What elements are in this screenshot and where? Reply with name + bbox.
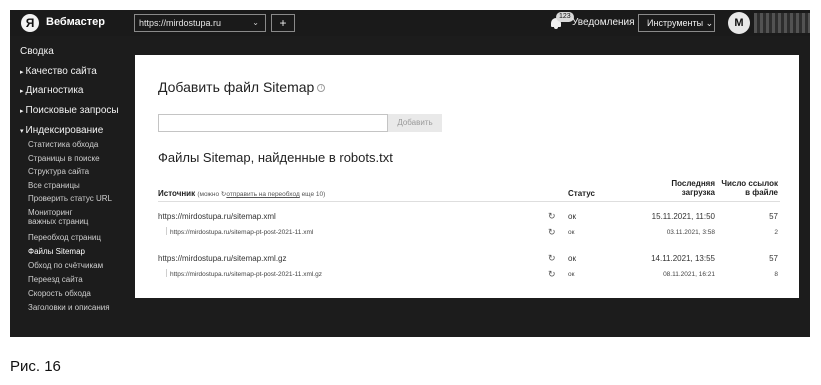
sidebar-item-label: Сводка: [20, 46, 54, 57]
table-row-source[interactable]: https://mirdostupa.ru/sitemap-pt-post-20…: [170, 271, 322, 278]
webmaster-window: Я Вебмастер https://mirdostupa.ru ⌄ + 12…: [10, 10, 810, 337]
sidebar-subitem-check-url-status[interactable]: Проверить статус URL: [28, 194, 112, 203]
sidebar-subitem-crawl-stats[interactable]: Статистика обхода: [28, 140, 98, 149]
table-row-source[interactable]: https://mirdostupa.ru/sitemap.xml.gz: [158, 254, 287, 263]
avatar[interactable]: M: [728, 12, 750, 34]
sidebar-subitem-crawl-speed[interactable]: Скорость обхода: [28, 289, 91, 298]
sitemap-panel: Добавить файл Sitemap i Добавить Файлы Si…: [135, 55, 799, 298]
sidebar-item-label: Поисковые запросы: [25, 105, 119, 116]
column-last-loaded-line2: загрузка: [681, 188, 715, 197]
sidebar-subitem-all-pages[interactable]: Все страницы: [28, 181, 80, 190]
table-row-status: ок: [568, 229, 575, 236]
sidebar: Сводка ▸ Качество сайта ▸ Диагностика ▸ Пои…: [10, 36, 132, 337]
column-link-count-line2: в файле: [745, 188, 778, 197]
sidebar-item-site-quality[interactable]: ▸ Качество сайта: [20, 66, 97, 77]
table-row-links: 2: [774, 229, 778, 236]
recrawl-note-suffix: еще 10): [301, 191, 326, 198]
add-sitemap-title: Добавить файл Sitemap i: [158, 79, 326, 95]
add-site-button[interactable]: +: [271, 14, 295, 32]
column-last-loaded-line1: Последняя: [671, 179, 715, 188]
brand-title[interactable]: Вебмастер: [46, 16, 105, 28]
chevron-down-icon: ▾: [20, 128, 24, 135]
recrawl-link[interactable]: отправить на переобход: [226, 191, 299, 198]
refresh-icon[interactable]: ↻: [548, 269, 556, 280]
site-selector-value: https://mirdostupa.ru: [139, 18, 222, 28]
yandex-logo[interactable]: Я: [21, 14, 39, 32]
column-last-loaded: Последняя загрузка: [635, 179, 715, 197]
sidebar-item-diagnostics[interactable]: ▸ Диагностика: [20, 85, 84, 96]
sidebar-item-indexing[interactable]: ▾ Индексирование: [20, 125, 103, 136]
sidebar-subitem-site-structure[interactable]: Структура сайта: [28, 167, 89, 176]
top-bar: Я Вебмастер https://mirdostupa.ru ⌄ + 12…: [10, 10, 810, 36]
sidebar-subitem-counter-crawl[interactable]: Обход по счётчикам: [28, 261, 103, 270]
table-row-date: 03.11.2021, 3:58: [666, 229, 715, 236]
tree-connector: [166, 227, 167, 235]
table-row-date: 15.11.2021, 11:50: [651, 212, 715, 221]
table-row-source[interactable]: https://mirdostupa.ru/sitemap.xml: [158, 212, 276, 221]
sidebar-subitem-titles-descriptions[interactable]: Заголовки и описания: [28, 303, 110, 312]
sitemap-url-input[interactable]: [158, 114, 388, 132]
add-sitemap-button[interactable]: Добавить: [388, 114, 442, 132]
refresh-icon[interactable]: ↻: [548, 227, 556, 238]
sidebar-item-label: Индексирование: [25, 125, 104, 136]
table-row-links: 8: [774, 271, 778, 278]
table-header-divider: [158, 201, 780, 202]
sidebar-item-summary[interactable]: Сводка: [20, 46, 54, 57]
table-row-links: 57: [769, 254, 778, 263]
found-sitemaps-title: Файлы Sitemap, найденные в robots.txt: [158, 150, 393, 165]
recrawl-note-prefix: (можно: [197, 191, 220, 198]
notifications-link[interactable]: Уведомления: [572, 17, 635, 28]
figure-caption: Рис. 16: [10, 358, 61, 375]
sidebar-subitem-label: важных страниц: [28, 217, 89, 226]
sidebar-subitem-pages-in-search[interactable]: Страницы в поиске: [28, 154, 100, 163]
column-link-count-line1: Число ссылок: [721, 179, 778, 188]
chevron-right-icon: ▸: [20, 108, 24, 115]
user-name-blurred: [754, 13, 810, 33]
recrawl-note: (можно ↻отправить на переобход еще 10): [197, 191, 325, 198]
table-row-source[interactable]: https://mirdostupa.ru/sitemap-pt-post-20…: [170, 229, 313, 236]
sidebar-subitem-label: Мониторинг: [28, 208, 73, 217]
add-sitemap-title-text: Добавить файл Sitemap: [158, 79, 315, 95]
sidebar-item-label: Качество сайта: [25, 66, 97, 77]
info-icon[interactable]: i: [317, 84, 326, 93]
table-row-date: 08.11.2021, 16:21: [663, 271, 715, 278]
table-row-status: ок: [568, 212, 576, 221]
table-row-links: 57: [769, 212, 778, 221]
table-row-status: ок: [568, 254, 576, 263]
sidebar-subitem-site-move[interactable]: Переезд сайта: [28, 275, 83, 284]
sidebar-item-label: Диагностика: [25, 85, 84, 96]
refresh-icon[interactable]: ↻: [548, 253, 556, 264]
column-status: Статус: [568, 189, 595, 198]
chevron-right-icon: ▸: [20, 69, 24, 76]
sidebar-subitem-recrawl[interactable]: Переобход страниц: [28, 233, 101, 242]
table-row-date: 14.11.2021, 13:55: [651, 254, 715, 263]
chevron-down-icon: ⌄: [252, 18, 259, 27]
tools-menu-button[interactable]: Инструменты ⌄: [638, 14, 715, 32]
column-source-label: Источник: [158, 189, 196, 198]
site-selector[interactable]: https://mirdostupa.ru ⌄: [134, 14, 266, 32]
tree-connector: [166, 269, 167, 277]
chevron-right-icon: ▸: [20, 88, 24, 95]
sidebar-subitem-sitemap-files[interactable]: Файлы Sitemap: [28, 247, 85, 256]
sidebar-item-search-queries[interactable]: ▸ Поисковые запросы: [20, 105, 119, 116]
sidebar-subitem-monitoring[interactable]: Мониторинг важных страниц: [28, 208, 88, 226]
column-link-count: Число ссылок в файле: [710, 179, 778, 197]
refresh-icon[interactable]: ↻: [548, 211, 556, 222]
table-row-status: ок: [568, 271, 575, 278]
column-source: Источник (можно ↻отправить на переобход …: [158, 189, 325, 199]
